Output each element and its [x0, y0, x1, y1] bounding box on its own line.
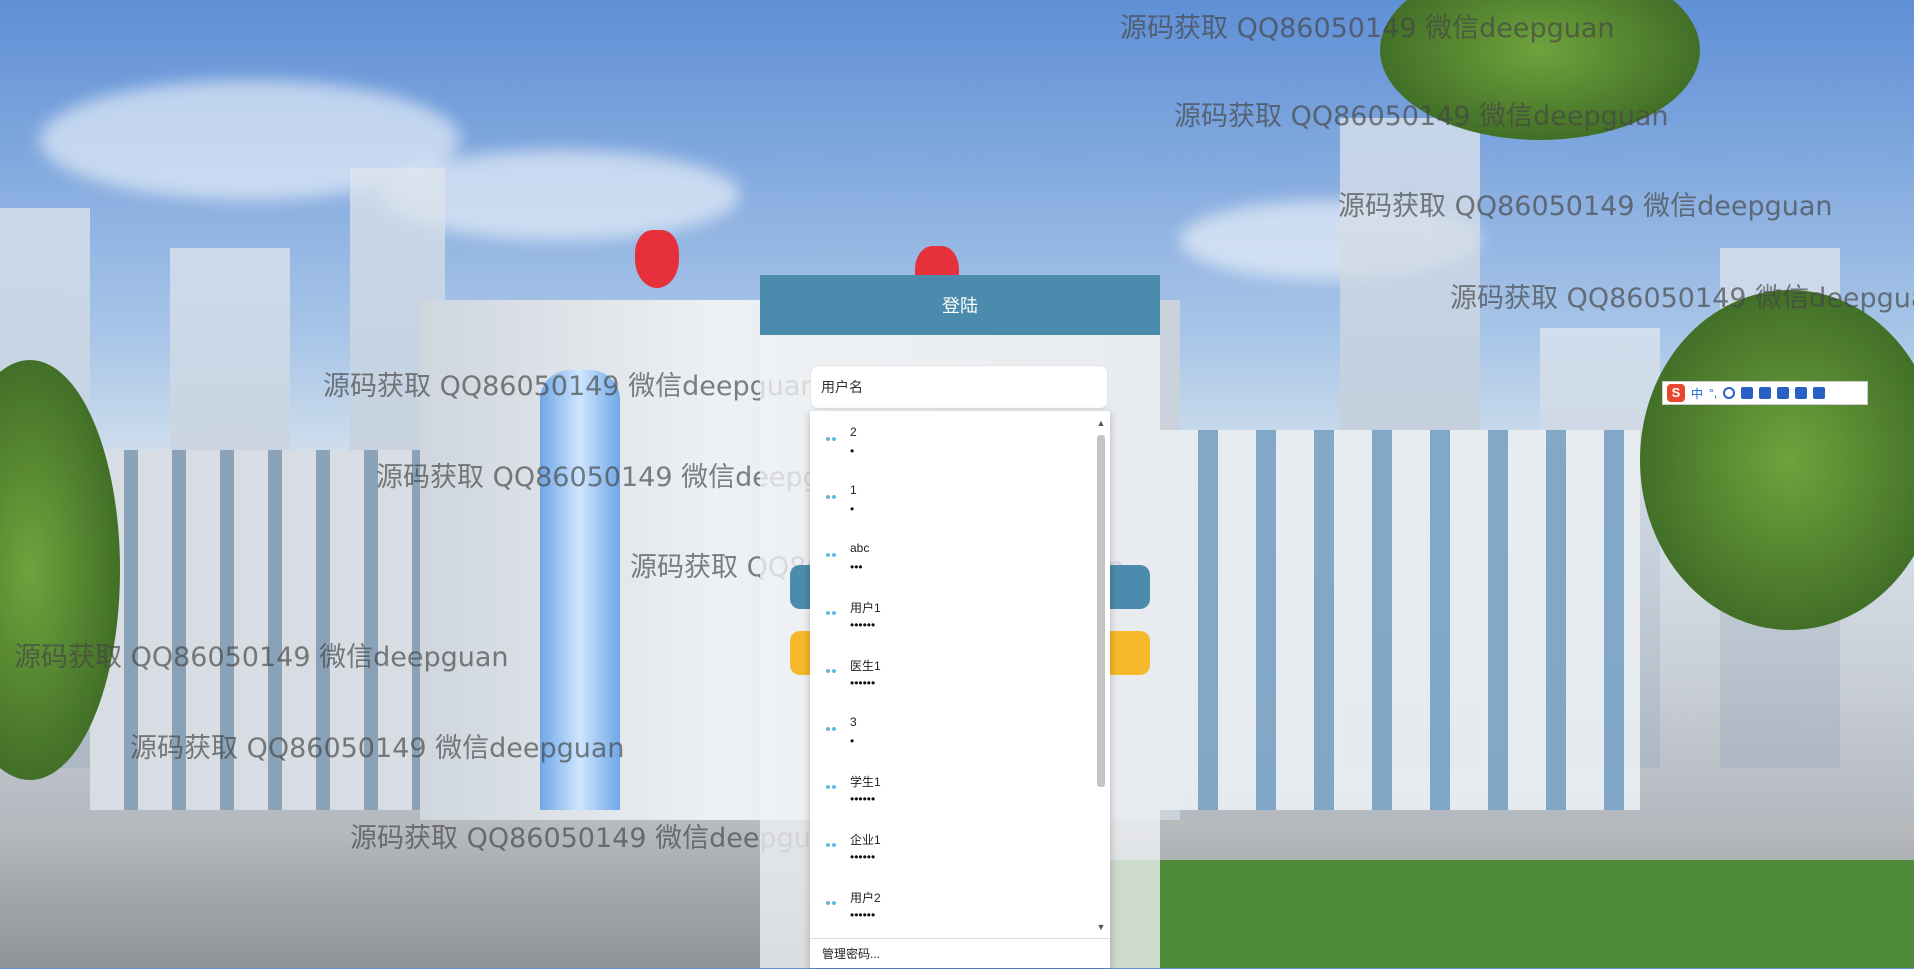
scroll-up-icon[interactable]: ▲	[1094, 417, 1108, 429]
autofill-username: 3	[850, 715, 857, 729]
key-icon	[826, 611, 838, 617]
autofill-password: ••••••	[850, 792, 876, 806]
autofill-password: ••••••	[850, 908, 876, 922]
scroll-thumb[interactable]	[1097, 435, 1105, 787]
autofill-password: ••••••	[850, 618, 876, 632]
autofill-password: •	[850, 734, 855, 748]
autofill-password: •••	[850, 560, 863, 574]
autofill-item[interactable]: 2 •	[810, 411, 1110, 469]
scroll-down-icon[interactable]: ▼	[1094, 921, 1108, 933]
autofill-list: 2 • 1 • abc ••• 用户1 •••••• 医生1 •••••• 3 • 学生1 •…	[810, 411, 1110, 938]
watermark-text: 源码获取 QQ86050149 微信deepguan	[323, 371, 818, 402]
ime-mode-toggle[interactable]: 中	[1691, 385, 1703, 402]
key-icon	[826, 495, 838, 501]
autofill-item[interactable]: 用户1 ••••••	[810, 585, 1110, 643]
autofill-username: 学生1	[850, 775, 881, 789]
emoji-icon[interactable]	[1723, 387, 1736, 399]
key-icon	[826, 785, 838, 791]
autofill-item[interactable]: 学生1 ••••••	[810, 759, 1110, 817]
grid-menu-icon[interactable]	[1813, 387, 1826, 399]
key-icon	[826, 553, 838, 559]
autofill-username: 企业1	[850, 833, 881, 847]
autofill-item[interactable]: 医生1 ••••••	[810, 643, 1110, 701]
autofill-item[interactable]: 企业1 ••••••	[810, 817, 1110, 875]
autofill-item[interactable]: 用户2 ••••••	[810, 875, 1110, 933]
manage-passwords-link[interactable]: 管理密码...	[810, 938, 1110, 968]
autofill-username: 2	[850, 425, 857, 439]
autofill-username: 医生1	[850, 659, 881, 673]
skin-icon[interactable]	[1795, 387, 1808, 399]
watermark-text: 源码获取 QQ86050149 微信deepguan	[1120, 13, 1615, 44]
watermark-text: 源码获取 QQ86050149 微信deepguan	[14, 642, 509, 673]
login-title: 登陆	[760, 275, 1160, 335]
watermark-text: 源码获取 QQ86050149 微信deepguan	[1338, 191, 1833, 222]
watermark-text: 源码获取 QQ86050149 微信deepguan	[130, 733, 625, 764]
ime-punctuation-toggle[interactable]: °,	[1709, 386, 1717, 400]
autofill-password: •	[850, 444, 855, 458]
autofill-username: 1	[850, 483, 857, 497]
autofill-password: •	[850, 502, 855, 516]
autofill-password: ••••••	[850, 676, 876, 690]
autofill-password: ••••••	[850, 850, 876, 864]
user-icon[interactable]	[1777, 387, 1790, 399]
autofill-username: abc	[850, 541, 870, 555]
watermark-text: 源码获取 QQ86050149 微信deepguan	[1174, 101, 1669, 132]
watermark-text: 源码获取 QQ86050149 微信deepguan	[1450, 283, 1914, 314]
autofill-dropdown: 2 • 1 • abc ••• 用户1 •••••• 医生1 •••••• 3 • 学生1 •…	[810, 411, 1110, 968]
key-icon	[826, 901, 838, 907]
autofill-item[interactable]: 3 •	[810, 701, 1110, 759]
keyboard-icon[interactable]	[1759, 387, 1772, 399]
autofill-item[interactable]: abc •••	[810, 527, 1110, 585]
microphone-icon[interactable]	[1741, 387, 1754, 399]
key-icon	[826, 669, 838, 675]
account-input[interactable]: 用户名	[810, 365, 1108, 409]
autofill-item[interactable]: 1 •	[810, 469, 1110, 527]
sogou-logo-icon[interactable]: S	[1667, 384, 1685, 402]
key-icon	[826, 843, 838, 849]
ime-toolbar: S 中 °,	[1662, 381, 1868, 405]
dropdown-scrollbar[interactable]: ▲ ▼	[1094, 417, 1108, 933]
autofill-username: 用户2	[850, 891, 881, 905]
autofill-username: 用户1	[850, 601, 881, 615]
key-icon	[826, 727, 838, 733]
key-icon	[826, 437, 838, 443]
